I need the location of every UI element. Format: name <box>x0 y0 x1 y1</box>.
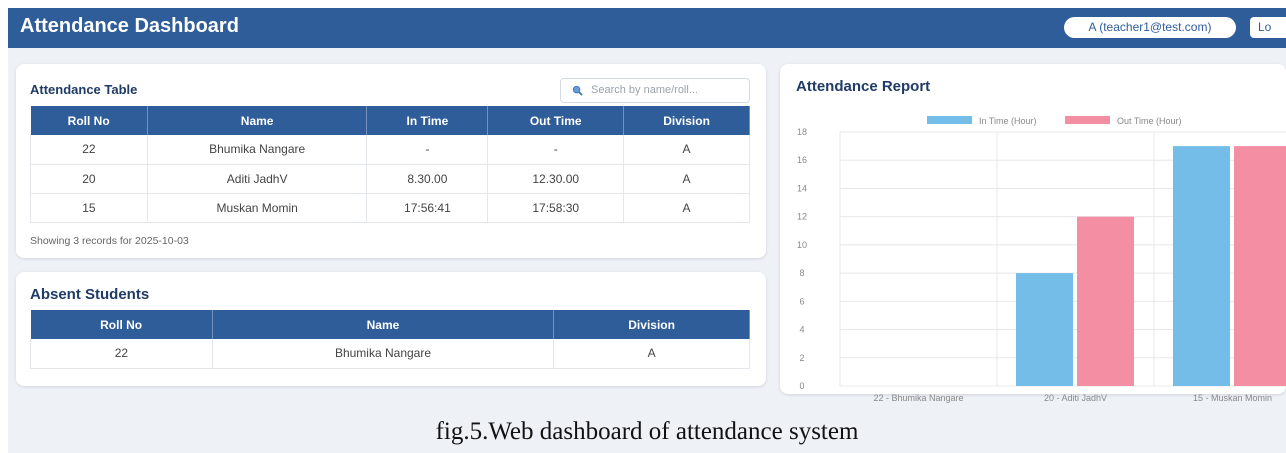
y-tick-label: 12 <box>797 212 807 222</box>
cell-roll-no: 22 <box>30 339 213 369</box>
x-tick-label: 15 - Muskan Momin <box>1193 393 1272 403</box>
cell-name: Bhumika Nangare <box>212 339 555 369</box>
cell-in-time: - <box>366 135 489 165</box>
attendance-chart: 0 2 4 6 8 10 12 14 16 18 22 - Bhumika Nangare 20 - … <box>797 116 1286 403</box>
col-roll-no[interactable]: Roll No <box>30 106 148 135</box>
table-row[interactable]: 22 Bhumika Nangare A <box>30 339 750 369</box>
records-count-note: Showing 3 records for 2025-10-03 <box>30 235 189 247</box>
col-roll-no[interactable]: Roll No <box>30 310 213 339</box>
cell-name: Muskan Momin <box>147 193 368 223</box>
cell-in-time: 8.30.00 <box>366 164 489 194</box>
app-title: Attendance Dashboard <box>20 15 239 37</box>
cell-out-time: 12.30.00 <box>487 164 625 194</box>
attendance-report-title: Attendance Report <box>796 78 931 95</box>
col-division[interactable]: Division <box>553 310 750 339</box>
x-tick-label: 22 - Bhumika Nangare <box>873 393 963 403</box>
table-row[interactable]: 15 Muskan Momin 17:56:41 17:58:30 A <box>30 193 750 223</box>
cell-name: Aditi JadhV <box>147 164 368 194</box>
cell-in-time: 17:56:41 <box>366 193 489 223</box>
cell-roll-no: 15 <box>30 193 148 223</box>
y-tick-label: 2 <box>799 353 804 363</box>
y-tick-label: 10 <box>797 240 807 250</box>
top-bar: Attendance Dashboard A (teacher1@test.co… <box>8 8 1286 48</box>
cell-roll-no: 22 <box>30 135 148 165</box>
chart-bar <box>1016 273 1073 386</box>
x-tick-label: 20 - Aditi JadhV <box>1044 393 1107 403</box>
y-tick-label: 14 <box>797 183 807 193</box>
col-division[interactable]: Division <box>623 106 750 135</box>
logout-button[interactable]: Lo <box>1250 17 1286 38</box>
y-tick-label: 6 <box>799 296 804 306</box>
cell-division: A <box>623 193 750 223</box>
attendance-table-title: Attendance Table <box>30 82 138 97</box>
search-placeholder: Search by name/roll... <box>591 84 698 96</box>
absent-students-table: Roll No Name Division 22 Bhumika Nangare… <box>30 310 750 369</box>
legend-swatch <box>1065 116 1110 124</box>
table-row[interactable]: 22 Bhumika Nangare - - A <box>30 135 750 165</box>
legend-swatch <box>927 116 972 124</box>
cell-division: A <box>623 164 750 194</box>
table-row[interactable]: 20 Aditi JadhV 8.30.00 12.30.00 A <box>30 164 750 194</box>
cell-out-time: 17:58:30 <box>487 193 625 223</box>
chart-bar <box>1234 146 1286 386</box>
cell-roll-no: 20 <box>30 164 148 194</box>
cell-division: A <box>553 339 750 369</box>
chart-bar <box>1173 146 1230 386</box>
y-tick-label: 0 <box>799 381 804 391</box>
col-in-time[interactable]: In Time <box>366 106 489 135</box>
search-input[interactable]: Search by name/roll... <box>560 78 750 103</box>
user-account-button[interactable]: A (teacher1@test.com) <box>1064 17 1236 38</box>
figure-caption: fig.5.Web dashboard of attendance system <box>435 418 859 445</box>
absent-students-title: Absent Students <box>30 286 150 303</box>
col-name[interactable]: Name <box>212 310 555 339</box>
attendance-table: Roll No Name In Time Out Time Division 2… <box>30 106 750 223</box>
table-header-row: Roll No Name Division <box>30 310 750 339</box>
cell-name: Bhumika Nangare <box>147 135 368 165</box>
search-icon <box>572 85 583 96</box>
chart-bar <box>1077 216 1134 386</box>
cell-division: A <box>623 135 750 165</box>
y-tick-label: 18 <box>797 127 807 137</box>
legend-label: Out Time (Hour) <box>1117 116 1182 126</box>
y-tick-label: 16 <box>797 155 807 165</box>
legend-label: In Time (Hour) <box>979 116 1037 126</box>
table-header-row: Roll No Name In Time Out Time Division <box>30 106 750 135</box>
col-out-time[interactable]: Out Time <box>487 106 625 135</box>
cell-out-time: - <box>487 135 625 165</box>
y-tick-label: 4 <box>799 325 804 335</box>
col-name[interactable]: Name <box>147 106 368 135</box>
dashboard-screen: Attendance Dashboard A (teacher1@test.co… <box>8 8 1286 453</box>
y-tick-label: 8 <box>799 268 804 278</box>
